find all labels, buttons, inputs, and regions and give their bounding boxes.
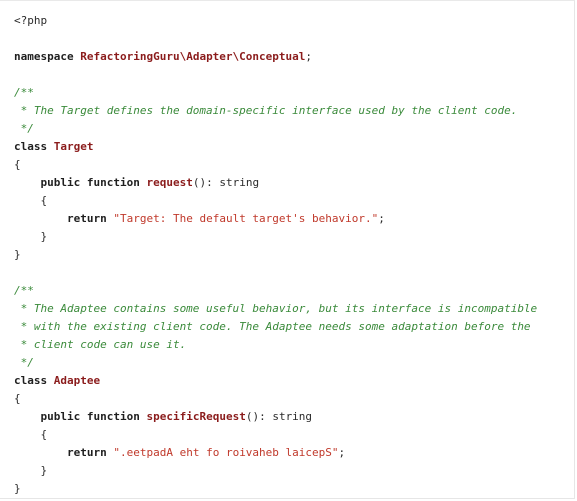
code-line: { [14, 390, 574, 408]
code-line: /** [14, 84, 574, 102]
string-literal-token: "Target: The default target's behavior." [113, 212, 379, 225]
string-literal-token: ".eetpadA eht fo roivaheb laicepS" [113, 446, 339, 459]
code-line: { [14, 192, 574, 210]
code-line: public function specificRequest(): strin… [14, 408, 574, 426]
comment-token: */ [14, 122, 34, 135]
keyword-token: return [66, 446, 107, 459]
code-text: { [14, 158, 21, 171]
keyword-token: public [40, 410, 81, 423]
code-text: } [14, 482, 21, 495]
code-line: * The Target defines the domain-specific… [14, 102, 574, 120]
code-text: } [14, 230, 48, 243]
code-text: { [14, 392, 21, 405]
code-line: namespace RefactoringGuru\Adapter\Concep… [14, 48, 574, 66]
code-line: class Target [14, 138, 574, 156]
code-line: } [14, 228, 574, 246]
code-line: class Adaptee [14, 372, 574, 390]
code-block: <?php namespace RefactoringGuru\Adapter\C… [0, 0, 575, 499]
code-text: } [14, 464, 48, 477]
code-line: } [14, 480, 574, 498]
code-line: */ [14, 354, 574, 372]
code-line: * client code can use it. [14, 336, 574, 354]
function-name-token: specificRequest [146, 410, 246, 423]
code-text: (): string [192, 176, 260, 189]
keyword-token: return [66, 212, 107, 225]
class-name-token: RefactoringGuru\Adapter\Conceptual [80, 50, 306, 63]
comment-token: /** [14, 86, 34, 99]
keyword-token: class [14, 140, 48, 153]
code-line: <?php [14, 12, 574, 30]
code-text: <?php [14, 14, 48, 27]
code-text: (): string [245, 410, 313, 423]
class-name-token: Target [53, 140, 94, 153]
code-text: ; [305, 50, 313, 63]
keyword-token: namespace [14, 50, 74, 63]
code-line: * with the existing client code. The Ada… [14, 318, 574, 336]
code-text: } [14, 248, 21, 261]
keyword-token: public [40, 176, 81, 189]
code-line: return "Target: The default target's beh… [14, 210, 574, 228]
code-line: return ".eetpadA eht fo roivaheb laicepS… [14, 444, 574, 462]
code-listing: <?php namespace RefactoringGuru\Adapter\C… [0, 1, 574, 498]
code-line: /** [14, 282, 574, 300]
comment-token: /** [14, 284, 34, 297]
comment-token: * with the existing client code. The Ada… [14, 320, 531, 333]
comment-token: * The Target defines the domain-specific… [14, 104, 518, 117]
code-line: * The Adaptee contains some useful behav… [14, 300, 574, 318]
comment-token: */ [14, 356, 34, 369]
code-line: } [14, 462, 574, 480]
keyword-token: function [86, 410, 140, 423]
class-name-token: Adaptee [53, 374, 101, 387]
function-name-token: request [146, 176, 193, 189]
code-line: } [14, 246, 574, 264]
comment-token: * client code can use it. [14, 338, 187, 351]
code-line: { [14, 156, 574, 174]
code-text: ; [378, 212, 385, 225]
code-text: { [14, 194, 48, 207]
code-text: ; [338, 446, 346, 459]
comment-token: * The Adaptee contains some useful behav… [14, 302, 538, 315]
code-text: { [14, 428, 48, 441]
code-line: */ [14, 120, 574, 138]
keyword-token: class [14, 374, 48, 387]
code-line: public function request(): string [14, 174, 574, 192]
keyword-token: function [86, 176, 140, 189]
code-line: { [14, 426, 574, 444]
